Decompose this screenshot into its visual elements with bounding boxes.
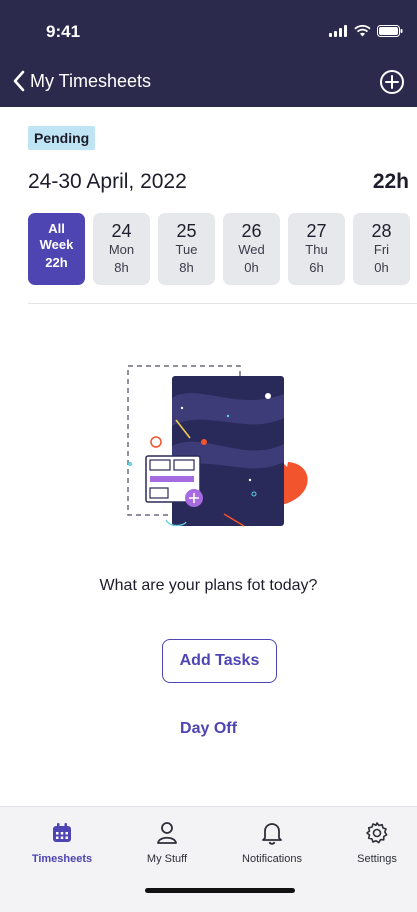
day-hours: 8h <box>114 260 129 275</box>
week-total-hours: 22h <box>372 170 409 193</box>
day-number: 28 <box>371 221 392 241</box>
day-hours: 0h <box>374 260 389 275</box>
day-chip[interactable]: 26 Wed 0h <box>223 213 280 285</box>
day-off-link[interactable]: Day Off <box>0 720 417 738</box>
day-chip[interactable]: 27 Thu 6h <box>288 213 345 285</box>
day-name: Mon <box>108 242 135 257</box>
empty-state-illustration <box>127 365 308 527</box>
status-bar: 9:41 <box>0 0 417 62</box>
tab-settings[interactable]: Settings <box>325 819 417 865</box>
day-chip[interactable]: 24 Mon 8h <box>93 213 150 285</box>
tab-my-stuff[interactable]: My Stuff <box>115 819 219 865</box>
gear-icon <box>366 822 388 844</box>
person-icon <box>157 822 177 844</box>
day-hours: 8h <box>179 260 194 275</box>
day-number: 24 <box>111 221 132 241</box>
battery-icon <box>377 25 403 37</box>
add-tasks-button[interactable]: Add Tasks <box>162 639 277 683</box>
chevron-left-icon <box>13 70 25 92</box>
home-indicator <box>145 888 295 893</box>
day-number: 27 <box>306 221 327 241</box>
wifi-icon <box>354 25 371 37</box>
day-hours: 6h <box>309 260 324 275</box>
day-chip-all-week[interactable]: All Week 22h <box>28 213 85 285</box>
tab-label: My Stuff <box>146 853 188 865</box>
back-label: My Timesheets <box>30 70 152 91</box>
signal-icon <box>329 25 347 37</box>
status-badge: Pending <box>28 126 96 150</box>
day-number: 25 <box>176 221 197 241</box>
day-name: Thu <box>305 242 328 257</box>
tab-bar: Timesheets My Stuff Notifications Settin… <box>0 806 417 912</box>
back-button[interactable]: My Timesheets <box>12 70 151 92</box>
tab-label: Timesheets <box>31 853 93 865</box>
calendar-icon <box>53 823 71 842</box>
tab-label: Notifications <box>242 853 302 865</box>
all-week-label-1: All <box>48 221 65 236</box>
day-name: Tue <box>175 242 198 257</box>
status-time: 9:41 <box>46 22 81 41</box>
status-icons <box>329 25 403 37</box>
tab-label: Settings <box>357 853 397 865</box>
day-name: Fri <box>373 242 390 257</box>
day-chip[interactable]: 28 Fri 0h <box>353 213 410 285</box>
tab-notifications[interactable]: Notifications <box>220 819 324 865</box>
day-selector: All Week 22h 24 Mon 8h 25 Tue 8h 26 Wed … <box>28 213 410 285</box>
all-week-label-2: Week <box>39 237 74 252</box>
plus-circle-icon[interactable] <box>379 69 405 95</box>
day-chip[interactable]: 25 Tue 8h <box>158 213 215 285</box>
empty-state-prompt: What are your plans fot today? <box>99 577 318 594</box>
tab-timesheets[interactable]: Timesheets <box>10 819 114 865</box>
all-week-hours: 22h <box>45 255 68 270</box>
app-header: 9:41 My Timesheets <box>0 0 417 107</box>
bell-icon <box>262 823 282 845</box>
divider <box>28 303 417 304</box>
day-name: Wed <box>238 242 265 257</box>
week-range: 24-30 April, 2022 <box>28 170 187 193</box>
nav-bar: My Timesheets <box>0 64 417 104</box>
day-hours: 0h <box>244 260 259 275</box>
day-number: 26 <box>241 221 262 241</box>
